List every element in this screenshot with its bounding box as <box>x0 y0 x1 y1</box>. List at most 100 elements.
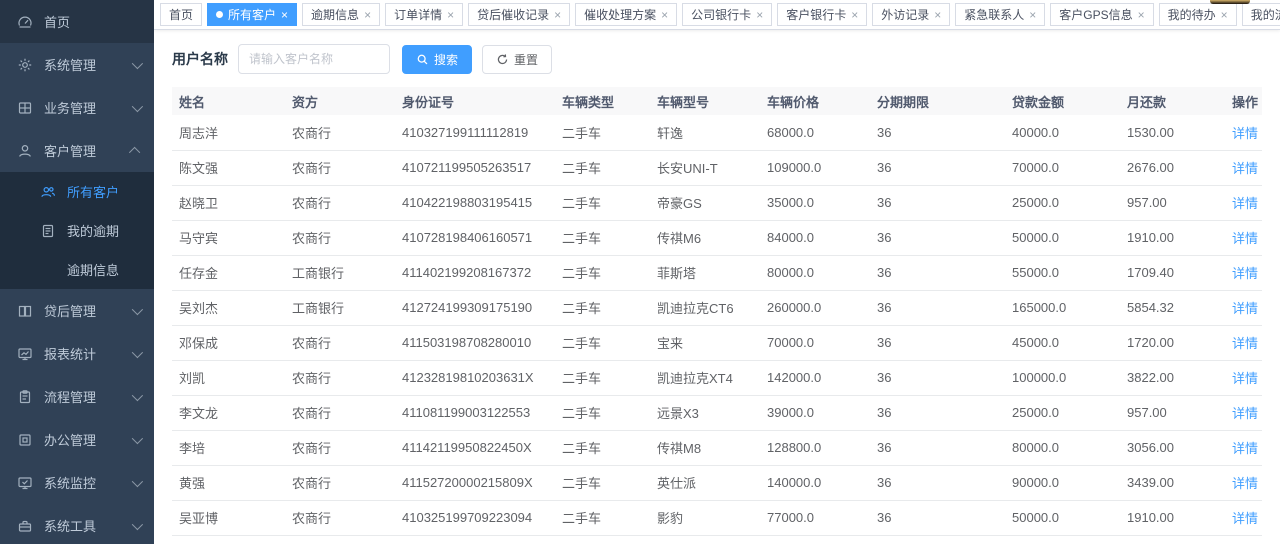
close-icon[interactable]: × <box>1029 9 1036 21</box>
tab-客户GPS信息[interactable]: 客户GPS信息× <box>1050 3 1153 26</box>
sidebar-item-label: 系统监控 <box>44 473 132 492</box>
table-cell: 36 <box>870 430 1005 465</box>
table-cell-action: 详情 <box>1220 430 1262 465</box>
detail-link[interactable]: 详情 <box>1232 231 1258 246</box>
table-cell: 赵晓卫 <box>172 185 285 220</box>
tab-逾期信息[interactable]: 逾期信息× <box>302 3 380 26</box>
detail-link[interactable]: 详情 <box>1232 336 1258 351</box>
detail-link[interactable]: 详情 <box>1232 301 1258 316</box>
tab-我的待办[interactable]: 我的待办× <box>1159 3 1237 26</box>
sidebar-item-system-mgmt[interactable]: 系统管理 <box>0 43 154 86</box>
table-cell: 36 <box>870 395 1005 430</box>
tab-bar: 首页所有客户×逾期信息×订单详情×贷后催收记录×催收处理方案×公司银行卡×客户银… <box>154 0 1280 30</box>
sidebar-item-office-mgmt[interactable]: 办公管理 <box>0 418 154 461</box>
table-cell <box>650 535 760 544</box>
customers-table: 姓名资方身份证号车辆类型车辆型号车辆价格分期期限贷款金额月还款操作 周志洋农商行… <box>172 87 1262 544</box>
detail-link[interactable]: 详情 <box>1232 441 1258 456</box>
table-row: 马守宾农商行410728198406160571二手车传祺M684000.036… <box>172 220 1262 255</box>
tab-客户银行卡[interactable]: 客户银行卡× <box>777 3 867 26</box>
table-cell-action: 详情 <box>1220 290 1262 325</box>
tab-催收处理方案[interactable]: 催收处理方案× <box>575 3 677 26</box>
close-icon[interactable]: × <box>364 9 371 21</box>
book-icon <box>17 303 33 319</box>
tab-紧急联系人[interactable]: 紧急联系人× <box>955 3 1045 26</box>
sidebar-item-label: 办公管理 <box>44 430 132 449</box>
detail-link[interactable]: 详情 <box>1232 371 1258 386</box>
table-cell: 二手车 <box>555 465 650 500</box>
detail-link[interactable]: 详情 <box>1232 266 1258 281</box>
search-button[interactable]: 搜索 <box>402 45 472 74</box>
sidebar-item-all-customers[interactable]: 所有客户 <box>0 172 154 211</box>
table-cell: 36 <box>870 325 1005 360</box>
close-icon[interactable]: × <box>447 9 454 21</box>
close-icon[interactable]: × <box>554 9 561 21</box>
table-cell <box>285 535 395 544</box>
sidebar-item-my-overdue[interactable]: 我的逾期 <box>0 211 154 250</box>
detail-link[interactable]: 详情 <box>1232 126 1258 141</box>
close-icon[interactable]: × <box>661 9 668 21</box>
sidebar-item-system-monitor[interactable]: 系统监控 <box>0 461 154 504</box>
tab-label: 贷后催收记录 <box>477 6 549 23</box>
tab-贷后催收记录[interactable]: 贷后催收记录 × <box>468 3 570 26</box>
sidebar-item-label: 系统管理 <box>44 55 132 74</box>
user-icon <box>17 143 33 159</box>
main-area: 首页所有客户×逾期信息×订单详情×贷后催收记录×催收处理方案×公司银行卡×客户银… <box>154 0 1280 544</box>
customer-name-input[interactable] <box>238 44 390 74</box>
table-cell: 凯迪拉克CT6 <box>650 290 760 325</box>
detail-link[interactable]: 详情 <box>1232 476 1258 491</box>
table-cell: 142000.0 <box>760 360 870 395</box>
table-cell: 50000.0 <box>1005 220 1120 255</box>
table-cell-action: 详情 <box>1220 500 1262 535</box>
table-cell: 90000.0 <box>1005 465 1120 500</box>
sidebar-item-home[interactable]: 首页 <box>0 0 154 43</box>
close-icon[interactable]: × <box>756 9 763 21</box>
tab-label: 订单详情 <box>394 6 442 23</box>
sidebar-item-overdue-info[interactable]: 逾期信息 <box>0 250 154 289</box>
close-icon[interactable]: × <box>281 9 288 21</box>
table-row: 李培农商行41142119950822450X二手车传祺M8128800.036… <box>172 430 1262 465</box>
tab-外访记录[interactable]: 外访记录× <box>872 3 950 26</box>
close-icon[interactable]: × <box>1221 9 1228 21</box>
table-cell: 马守宾 <box>172 220 285 255</box>
sidebar-item-report-stats[interactable]: 报表统计 <box>0 332 154 375</box>
table-cell: 李培 <box>172 430 285 465</box>
table-cell: 411081199003122553 <box>395 395 555 430</box>
close-icon[interactable]: × <box>934 9 941 21</box>
table-cell: 36 <box>870 185 1005 220</box>
table-cell: 36 <box>870 465 1005 500</box>
table-cell: 957.00 <box>1120 185 1220 220</box>
sidebar-item-process-mgmt[interactable]: 流程管理 <box>0 375 154 418</box>
table-cell: 25000.0 <box>1005 185 1120 220</box>
chevron-down-icon <box>132 303 143 314</box>
clipboard-icon <box>17 389 33 405</box>
tab-所有客户[interactable]: 所有客户× <box>207 3 297 26</box>
tab-公司银行卡[interactable]: 公司银行卡 × <box>682 3 772 26</box>
tab-订单详情[interactable]: 订单详情 × <box>385 3 463 26</box>
tab-首页[interactable]: 首页 <box>160 3 202 26</box>
close-icon[interactable]: × <box>851 9 858 21</box>
sidebar-item-system-tools[interactable]: 系统工具 <box>0 504 154 544</box>
table-cell <box>555 535 650 544</box>
sidebar-item-business-mgmt[interactable]: 业务管理 <box>0 86 154 129</box>
table-cell: 410422198803195415 <box>395 185 555 220</box>
table-cell: 40000.0 <box>1005 115 1120 150</box>
table-cell: 1910.00 <box>1120 220 1220 255</box>
tab-我的流程[interactable]: 我的流程× <box>1242 3 1280 26</box>
detail-link[interactable]: 详情 <box>1232 161 1258 176</box>
table-cell: 100000.0 <box>1005 360 1120 395</box>
sidebar-item-postloan-mgmt[interactable]: 贷后管理 <box>0 289 154 332</box>
detail-link[interactable]: 详情 <box>1232 406 1258 421</box>
close-icon[interactable]: × <box>1138 9 1145 21</box>
table-cell: 80000.0 <box>760 255 870 290</box>
sidebar-item-customer-mgmt[interactable]: 客户管理 <box>0 129 154 172</box>
detail-link[interactable]: 详情 <box>1232 511 1258 526</box>
doc-icon <box>40 223 56 239</box>
table-row: 周志洋农商行410327199111112819二手车轩逸68000.03640… <box>172 115 1262 150</box>
table-row: 李文龙农商行411081199003122553二手车远景X339000.036… <box>172 395 1262 430</box>
avatar[interactable] <box>1210 0 1250 4</box>
table-cell: 帝豪GS <box>650 185 760 220</box>
detail-link[interactable]: 详情 <box>1232 196 1258 211</box>
tab-label: 公司银行卡 <box>691 6 751 23</box>
chevron-down-icon <box>132 432 143 443</box>
reset-button[interactable]: 重置 <box>482 45 552 74</box>
